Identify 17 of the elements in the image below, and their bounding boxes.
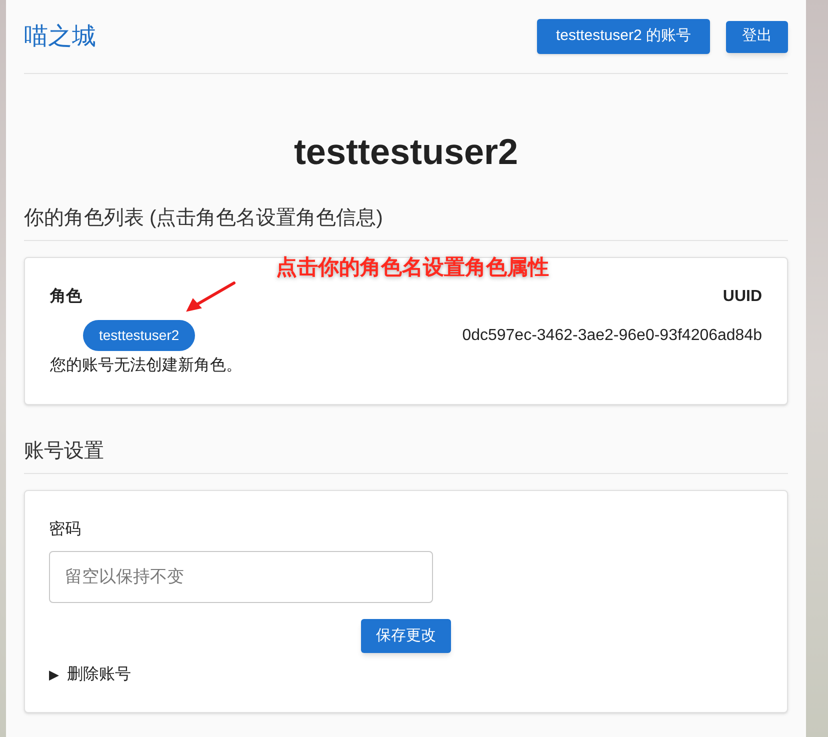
save-changes-button[interactable]: 保存更改: [361, 619, 451, 653]
column-header: UUID: [722, 287, 762, 307]
page-title: testtestuser2: [294, 130, 518, 174]
logout-button[interactable]: 登出: [726, 20, 788, 52]
note-text: 您的账号无法创建新角色。: [50, 356, 243, 376]
section-heading: 账号设置: [24, 439, 105, 464]
section-heading: 你的角色列表 (点击角色名设置角色信息): [24, 206, 384, 231]
password-label: 密码: [49, 520, 82, 540]
uuid-text: 0dc597ec-3462-3ae2-96e0-93f4206ad84b: [462, 326, 762, 346]
account-button[interactable]: testtestuser2 的账号: [536, 19, 710, 54]
password-field[interactable]: 留空以保持不变: [49, 551, 433, 603]
disclosure-marker: ▶: [49, 666, 59, 684]
column-header: 角色: [50, 286, 82, 307]
character-name-button[interactable]: testtestuser2: [83, 320, 196, 351]
annotation-text: 点击你的角色名设置角色属性: [276, 255, 549, 281]
site-title[interactable]: 喵之城: [24, 20, 96, 52]
delete-account-toggle[interactable]: ▶ 删除账号: [49, 663, 131, 687]
